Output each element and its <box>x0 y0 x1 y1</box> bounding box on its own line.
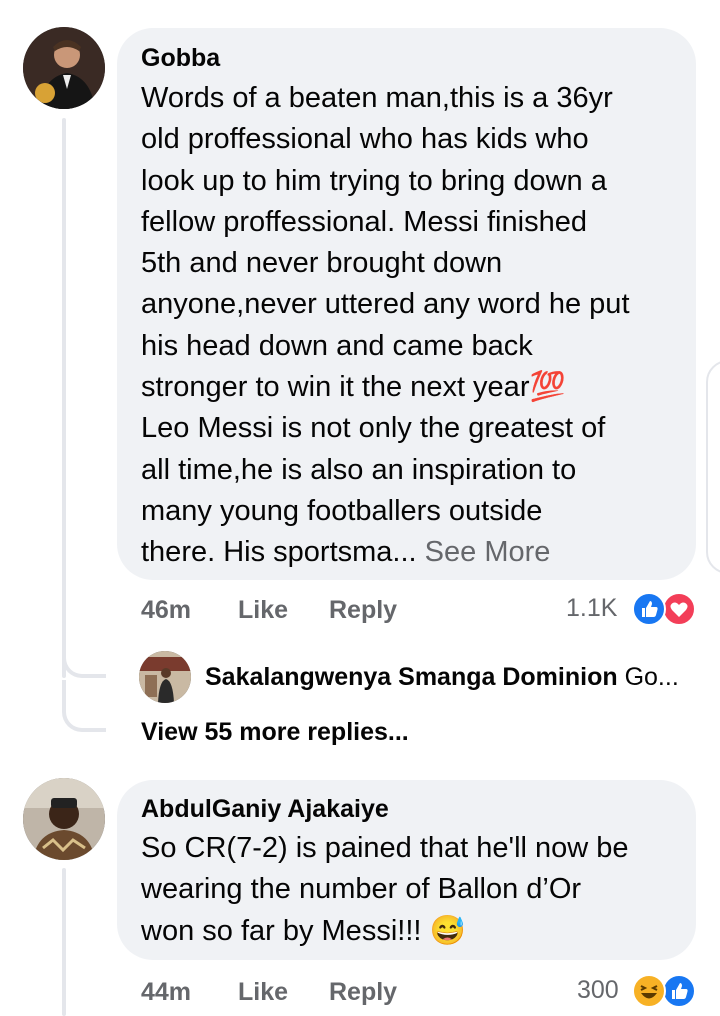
reaction-count[interactable]: 300 <box>577 976 619 1005</box>
thread-line-2 <box>62 868 66 1016</box>
comment-text-line: Words of a beaten man,this is a 36yr <box>141 82 613 114</box>
floating-panel-edge <box>706 360 720 574</box>
like-icon <box>662 974 696 1008</box>
comment-text-line: all time,he is also an inspiration to <box>141 453 577 486</box>
see-more-link[interactable]: See More <box>425 536 551 568</box>
comment-text-line: So CR(7-2) is pained that he'll now be <box>141 832 629 864</box>
comment-time[interactable]: 44m <box>141 978 191 1007</box>
reply-button[interactable]: Reply <box>329 596 397 625</box>
view-more-replies[interactable]: View 55 more replies... <box>141 718 409 747</box>
comment-text-line: 5th and never brought down <box>141 247 503 280</box>
comment-time[interactable]: 46m <box>141 596 191 625</box>
like-icon <box>632 592 666 626</box>
thread-branch-view-more <box>62 680 106 732</box>
haha-icon <box>632 974 666 1008</box>
comment-author[interactable]: AbdulGaniy Ajakaiye <box>141 795 389 824</box>
avatar[interactable] <box>23 778 105 860</box>
comment-text: So CR(7-2) is pained that he'll now be w… <box>141 828 681 952</box>
reply-row[interactable]: Sakalangwenya Smanga Dominion Go... <box>205 663 705 692</box>
like-button[interactable]: Like <box>238 596 288 625</box>
comment-text-line: many young footballers outside <box>141 494 543 527</box>
comment-text-truncated: there. His sportsma... <box>141 536 417 569</box>
like-button[interactable]: Like <box>238 978 288 1007</box>
reaction-count[interactable]: 1.1K <box>566 594 617 623</box>
avatar[interactable] <box>23 27 105 109</box>
comment-text: Words of a beaten man,this is a 36yr old… <box>141 78 681 574</box>
love-icon <box>662 592 696 626</box>
comment-text-line: anyone,never uttered any word he put <box>141 288 630 321</box>
reply-button[interactable]: Reply <box>329 978 397 1007</box>
comment-text-line: look up to him trying to bring down a <box>141 164 607 197</box>
comment-text-line: Leo Messi is not only the greatest of <box>141 412 606 445</box>
reply-preview: Go... <box>624 663 679 691</box>
reply-avatar[interactable] <box>139 651 191 703</box>
comment-text-line: stronger to win it the next year💯 <box>141 371 566 404</box>
thread-line <box>62 118 66 678</box>
comment-text-line: wearing the number of Ballon d’Or <box>141 873 582 906</box>
comment-text-line: old proffessional who has kids who <box>141 123 589 156</box>
comment-text-line: fellow proffessional. Messi finished <box>141 205 587 238</box>
comment-author[interactable]: Gobba <box>141 44 220 73</box>
thread-branch-reply <box>62 640 106 678</box>
comment-text-line: his head down and came back <box>141 329 533 362</box>
comment-text-line-last: there. His sportsma... See More <box>141 532 681 573</box>
reply-author[interactable]: Sakalangwenya Smanga Dominion <box>205 663 618 691</box>
comment-text-line: won so far by Messi!!! 😅 <box>141 914 466 947</box>
